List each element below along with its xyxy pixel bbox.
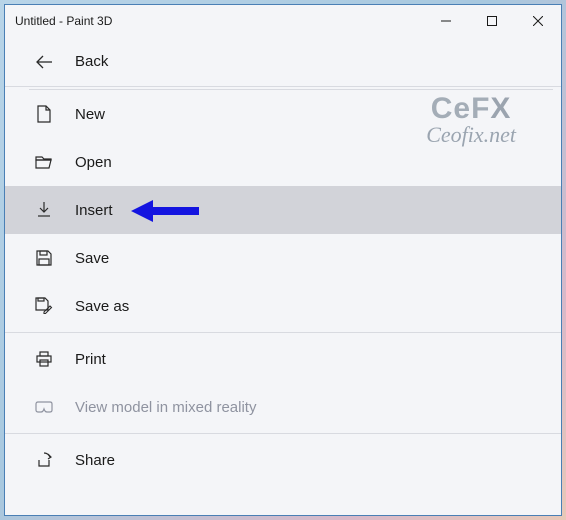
menu-separator <box>5 433 561 434</box>
maximize-button[interactable] <box>469 5 515 37</box>
folder-open-icon <box>35 155 53 169</box>
file-menu: CeFX Ceofix.net Back New Open <box>5 37 561 515</box>
menu-item-save[interactable]: Save <box>5 234 561 282</box>
menu-item-label: New <box>75 106 105 123</box>
menu-item-label: View model in mixed reality <box>75 399 256 416</box>
menu-separator <box>5 332 561 333</box>
close-button[interactable] <box>515 5 561 37</box>
save-icon <box>35 250 53 266</box>
menu-item-label: Back <box>75 53 108 70</box>
back-button[interactable]: Back <box>5 37 561 87</box>
window-controls <box>423 5 561 37</box>
print-icon <box>35 351 53 367</box>
titlebar: Untitled - Paint 3D <box>5 5 561 37</box>
save-as-icon <box>35 297 53 315</box>
menu-item-label: Save <box>75 250 109 267</box>
callout-arrow <box>131 198 201 224</box>
menu-item-label: Share <box>75 452 115 469</box>
menu-item-print[interactable]: Print <box>5 335 561 383</box>
menu-item-label: Open <box>75 154 112 171</box>
share-icon <box>35 452 53 468</box>
menu-item-share[interactable]: Share <box>5 436 561 484</box>
menu-item-label: Insert <box>75 202 113 219</box>
menu-item-view-mixed-reality: View model in mixed reality <box>5 383 561 431</box>
menu-item-open[interactable]: Open <box>5 138 561 186</box>
window-title: Untitled - Paint 3D <box>15 14 423 28</box>
insert-icon <box>35 202 53 218</box>
menu-item-insert[interactable]: Insert <box>5 186 561 234</box>
minimize-button[interactable] <box>423 5 469 37</box>
menu-item-save-as[interactable]: Save as <box>5 282 561 330</box>
menu-item-label: Save as <box>75 298 129 315</box>
mixed-reality-icon <box>35 401 53 413</box>
menu-item-new[interactable]: New <box>5 90 561 138</box>
app-window: Untitled - Paint 3D CeFX Ceofix.net Back <box>4 4 562 516</box>
menu-item-label: Print <box>75 351 106 368</box>
file-new-icon <box>35 105 53 123</box>
arrow-left-icon <box>35 55 53 69</box>
